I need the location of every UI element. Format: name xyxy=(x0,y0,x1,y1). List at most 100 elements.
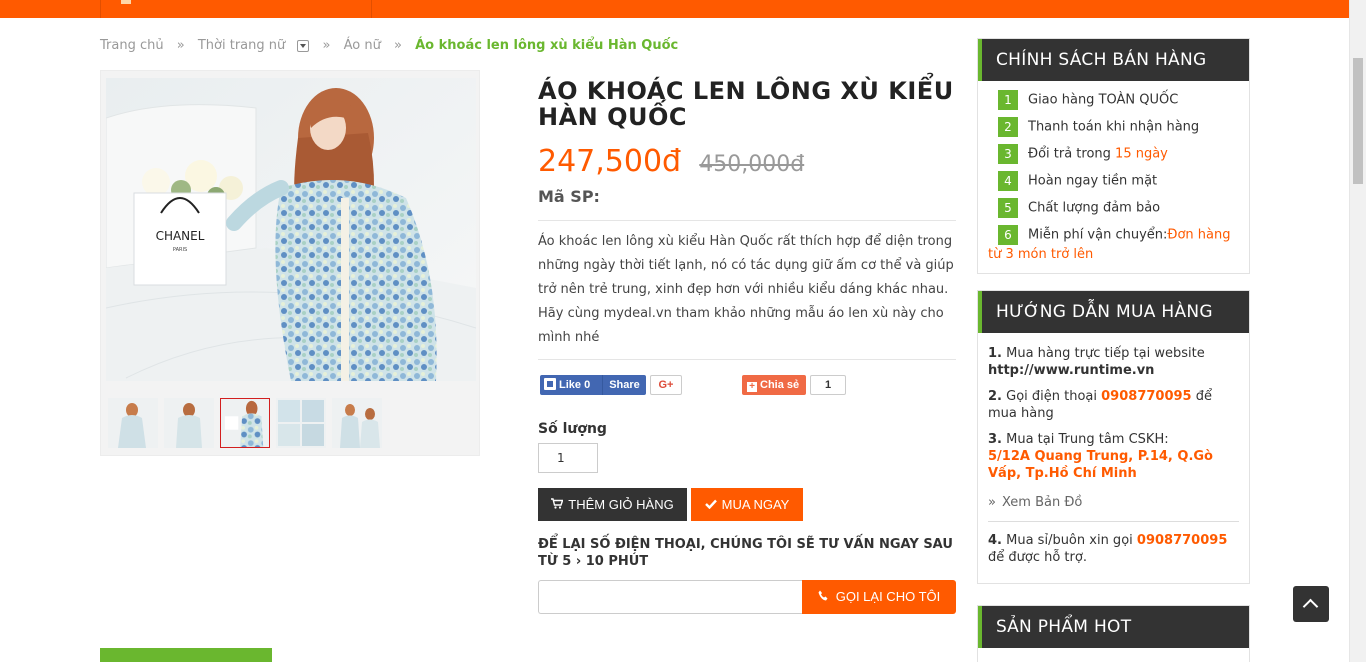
product-price: 247,500đ xyxy=(538,144,682,179)
breadcrumb-separator-icon: » xyxy=(394,38,402,53)
thumbnail-image xyxy=(164,398,214,448)
quantity-input[interactable]: 1 xyxy=(538,443,598,473)
share-label: Chia sẻ xyxy=(760,379,800,391)
buying-guide-title: HƯỚNG DẪN MUA HÀNG xyxy=(978,291,1249,333)
callback-title: ĐỂ LẠI SỐ ĐIỆN THOẠI, CHÚNG TÔI SẼ TƯ VẤ… xyxy=(538,537,953,569)
sales-policy-list: 1 Giao hàng TOÀN QUỐC 2 Thanh toán khi nhậ… xyxy=(978,81,1249,264)
policy-text: Chất lượng đảm bảo xyxy=(1028,200,1161,216)
view-map-link[interactable]: » Xem Bản Đồ xyxy=(988,494,1239,511)
header-logo-area[interactable] xyxy=(100,0,372,18)
policy-number-badge: 6 xyxy=(998,225,1018,245)
product-title: ÁO KHOÁC LEN LÔNG XÙ KIỂU HÀN QUỐC xyxy=(538,77,954,131)
wholesale-phone[interactable]: 0908770095 xyxy=(1137,533,1227,548)
buying-guide-box: HƯỚNG DẪN MUA HÀNG 1. Mua hàng trực tiếp… xyxy=(977,290,1250,584)
product-thumbnail[interactable] xyxy=(108,398,158,448)
divider xyxy=(538,220,956,221)
thumbnail-image xyxy=(221,399,269,447)
guide-item-text: để được hỗ trợ. xyxy=(988,550,1087,565)
policy-number-badge: 5 xyxy=(998,198,1018,218)
policy-text: Đổi trả trong xyxy=(1028,146,1116,162)
google-plus-button[interactable]: G+ xyxy=(650,375,682,395)
divider xyxy=(988,521,1239,522)
back-to-top-button[interactable] xyxy=(1293,586,1329,622)
policy-highlight: 15 ngày xyxy=(1115,146,1168,162)
breadcrumb-current: Áo khoác len lông xù kiểu Hàn Quốc xyxy=(415,38,679,53)
product-old-price: 450,000đ xyxy=(699,152,805,177)
product-thumbnail-active[interactable] xyxy=(220,398,270,448)
product-gallery: CHANEL PARIS xyxy=(100,70,480,456)
callback-label: GỌI LẠI CHO TÔI xyxy=(835,589,941,604)
policy-number-badge: 3 xyxy=(998,144,1018,164)
guide-item-text: Gọi điện thoại xyxy=(1006,389,1097,404)
facebook-widget: Like 0 Share xyxy=(540,375,646,395)
buy-now-label: MUA NGAY xyxy=(721,497,790,512)
plus-icon: + xyxy=(747,382,757,392)
facebook-like-label: Like 0 xyxy=(559,379,591,391)
facebook-like-button[interactable]: Like 0 xyxy=(544,378,602,392)
addthis-share-button[interactable]: + Chia sẻ xyxy=(742,375,806,395)
share-count-badge: 1 xyxy=(810,375,846,395)
policy-item: 3 Đổi trả trong 15 ngày xyxy=(988,144,1239,164)
breadcrumb-subcategory[interactable]: Áo nữ xyxy=(344,38,381,53)
policy-text: Giao hàng TOÀN QUỐC xyxy=(1028,92,1179,108)
hotline-phone[interactable]: 0908770095 xyxy=(1101,389,1191,404)
social-share-bar: Like 0 Share G+ + Chia sẻ 1 xyxy=(540,375,940,397)
policy-item: 5 Chất lượng đảm bảo xyxy=(988,198,1239,218)
scrollbar-thumb[interactable] xyxy=(1353,58,1363,184)
cart-icon xyxy=(551,488,564,521)
policy-text: Thanh toán khi nhận hàng xyxy=(1028,119,1200,135)
guide-item-number: 2. xyxy=(988,389,1002,404)
phone-icon xyxy=(818,580,828,614)
policy-item: 4 Hoàn ngay tiền mặt xyxy=(988,171,1239,191)
policy-item: 2 Thanh toán khi nhận hàng xyxy=(988,117,1239,137)
buy-now-button[interactable]: MUA NGAY xyxy=(691,488,803,521)
website-link[interactable]: http://www.runtime.vn xyxy=(988,363,1154,378)
chevron-right-icon: » xyxy=(988,495,996,510)
buying-guide-body: 1. Mua hàng trực tiếp tại website http:/… xyxy=(978,333,1249,566)
sales-policy-title: CHÍNH SÁCH BÁN HÀNG xyxy=(978,39,1249,81)
product-main-image[interactable]: CHANEL PARIS xyxy=(106,78,476,381)
divider xyxy=(538,359,956,360)
guide-item: 3. Mua tại Trung tâm CSKH: 5/12A Quang T… xyxy=(988,431,1239,482)
product-sku-label: Mã SP: xyxy=(538,187,600,206)
breadcrumb: Trang chủ » Thời trang nữ » Áo nữ » Áo k… xyxy=(100,38,678,53)
facebook-share-button[interactable]: Share xyxy=(602,375,646,395)
thumbnail-image xyxy=(332,398,382,448)
product-thumbnail[interactable] xyxy=(164,398,214,448)
add-to-cart-button[interactable]: THÊM GIỎ HÀNG xyxy=(538,488,687,521)
breadcrumb-category[interactable]: Thời trang nữ xyxy=(198,38,285,53)
guide-item-number: 4. xyxy=(988,533,1002,548)
product-description: Áo khoác len lông xù kiểu Hàn Quốc rất t… xyxy=(538,234,954,345)
guide-item-text: Mua hàng trực tiếp tại website xyxy=(1006,346,1205,361)
product-thumbnail[interactable] xyxy=(332,398,382,448)
guide-item-text: Mua sỉ/buôn xin gọi xyxy=(1006,533,1133,548)
breadcrumb-home[interactable]: Trang chủ xyxy=(100,38,164,53)
svg-text:CHANEL: CHANEL xyxy=(156,229,205,243)
hot-products-title: SẢN PHẨM HOT xyxy=(978,606,1249,648)
guide-item-number: 3. xyxy=(988,432,1002,447)
page-scrollbar[interactable] xyxy=(1349,0,1366,662)
dropdown-toggle-icon[interactable] xyxy=(297,39,310,52)
thumbnail-image xyxy=(276,398,326,448)
guide-item: 4. Mua sỉ/buôn xin gọi 0908770095 để đượ… xyxy=(988,532,1239,566)
callback-button[interactable]: GỌI LẠI CHO TÔI xyxy=(802,580,956,614)
view-map-label: Xem Bản Đồ xyxy=(1001,495,1083,510)
product-info: ÁO KHOÁC LEN LÔNG XÙ KIỂU HÀN QUỐC 247,5… xyxy=(538,78,956,360)
guide-item-number: 1. xyxy=(988,346,1002,361)
phone-input[interactable] xyxy=(538,580,804,614)
policy-item: 1 Giao hàng TOÀN QUỐC xyxy=(988,90,1239,110)
sales-policy-box: CHÍNH SÁCH BÁN HÀNG 1 Giao hàng TOÀN QUỐC… xyxy=(977,38,1250,274)
svg-text:PARIS: PARIS xyxy=(173,247,187,253)
policy-number-badge: 2 xyxy=(998,117,1018,137)
product-thumbnail[interactable] xyxy=(276,398,326,448)
guide-item: 2. Gọi điện thoại 0908770095 để mua hàng xyxy=(988,388,1239,422)
guide-item: 1. Mua hàng trực tiếp tại website http:/… xyxy=(988,345,1239,379)
policy-number-badge: 4 xyxy=(998,171,1018,191)
policy-item: 6 Miễn phí vận chuyển:Đơn hàng từ 3 món t… xyxy=(988,225,1239,264)
top-header-bar xyxy=(0,0,1349,18)
quantity-label: Số lượng xyxy=(538,421,607,437)
product-tab-green[interactable] xyxy=(100,648,272,662)
breadcrumb-separator-icon: » xyxy=(176,38,185,53)
policy-text: Hoàn ngay tiền mặt xyxy=(1028,173,1158,189)
hot-products-box: SẢN PHẨM HOT xyxy=(977,605,1250,662)
